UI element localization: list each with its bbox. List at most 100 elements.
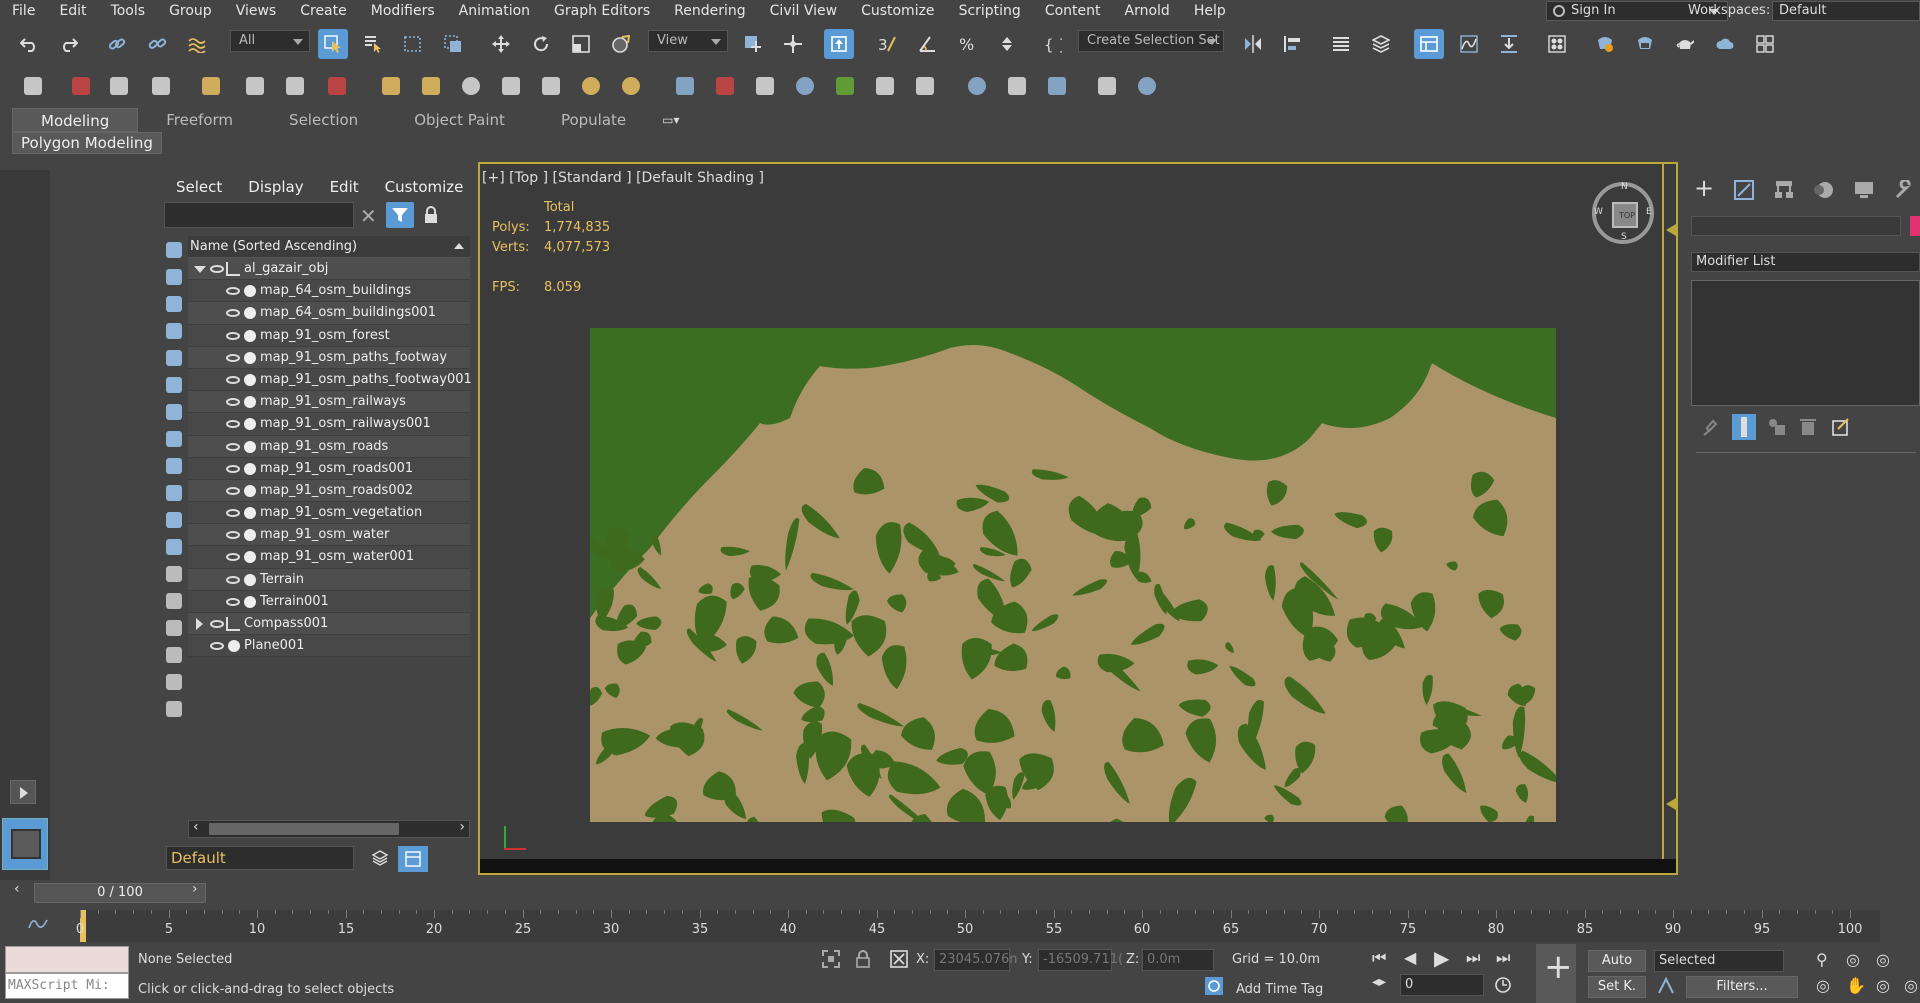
menu-scripting[interactable]: Scripting: [947, 0, 1033, 22]
modifier-list-dropdown[interactable]: Modifier List: [1691, 252, 1920, 272]
curve-editor-mini-icon[interactable]: [28, 916, 48, 932]
visibility-eye-icon[interactable]: [226, 597, 240, 606]
schematic-view-button[interactable]: [1494, 29, 1524, 59]
material-editor-button[interactable]: [1542, 29, 1572, 59]
zoom-all-icon[interactable]: ◎: [1846, 950, 1860, 969]
show-end-result-button[interactable]: [1732, 414, 1756, 440]
menu-group[interactable]: Group: [157, 0, 224, 22]
table-button[interactable]: [146, 71, 176, 101]
curve-editor-button[interactable]: [1454, 29, 1484, 59]
cameras-filter-button[interactable]: [162, 317, 186, 344]
clear-search-icon[interactable]: ✕: [360, 204, 377, 228]
scroll-right-icon[interactable]: ›: [459, 819, 465, 835]
filters-button[interactable]: Filters...: [1686, 976, 1798, 998]
joint-button[interactable]: [710, 71, 740, 101]
key-filter-icon[interactable]: [1656, 976, 1676, 996]
filter-toggle-button[interactable]: [386, 202, 414, 228]
sphere-button[interactable]: [456, 71, 486, 101]
scene-tree-row[interactable]: map_91_osm_roads: [188, 435, 470, 458]
auto-key-button[interactable]: Auto: [1588, 950, 1646, 972]
field-of-view-icon[interactable]: ◎: [1816, 976, 1830, 995]
go-to-start-icon[interactable]: ⏮: [1372, 948, 1386, 968]
scene-tree-row[interactable]: Plane001: [188, 635, 470, 658]
light-list-button[interactable]: [196, 71, 226, 101]
z-coordinate-field[interactable]: 0.0m: [1142, 949, 1214, 971]
expand-right-icon[interactable]: [196, 618, 203, 630]
edit-named-selection-button[interactable]: { }: [1038, 29, 1068, 59]
modify-tab-icon[interactable]: [1734, 180, 1754, 200]
space-warps-filter-button[interactable]: [162, 371, 186, 398]
key-filter-dropdown[interactable]: Selected: [1654, 950, 1784, 972]
scatter-button[interactable]: [670, 71, 700, 101]
placement-button[interactable]: [606, 29, 636, 59]
menu-views[interactable]: Views: [224, 0, 289, 22]
spinner-snap-button[interactable]: [992, 29, 1022, 59]
select-manipulate-button[interactable]: [778, 29, 808, 59]
visibility-eye-icon[interactable]: [226, 375, 240, 384]
configure-modifier-sets-icon[interactable]: [1832, 418, 1850, 436]
reference-coordinate-dropdown[interactable]: View: [648, 30, 728, 52]
find-case-button[interactable]: [162, 695, 186, 722]
select-object-button[interactable]: [318, 29, 348, 59]
ribbon-tab-selection[interactable]: Selection: [261, 108, 386, 132]
lights-filter-button[interactable]: [162, 290, 186, 317]
next-frame-icon[interactable]: ›: [192, 881, 198, 897]
set-key-mode-button[interactable]: Set K.: [1588, 976, 1646, 998]
scene-tree-row[interactable]: Terrain: [188, 568, 470, 591]
visibility-eye-icon[interactable]: [226, 309, 240, 318]
ribbon-tab-freeform[interactable]: Freeform: [138, 108, 261, 132]
menu-help[interactable]: Help: [1182, 0, 1238, 22]
scene-explorer-search[interactable]: [164, 202, 354, 228]
menu-content[interactable]: Content: [1033, 0, 1113, 22]
pivot-center-button[interactable]: [738, 29, 768, 59]
align-button[interactable]: [1278, 29, 1308, 59]
key-mode-toggle-icon[interactable]: ◂▸: [1372, 974, 1386, 990]
xrefs-filter-button[interactable]: [162, 425, 186, 452]
menu-arnold[interactable]: Arnold: [1113, 0, 1182, 22]
scene-tree-row[interactable]: map_91_osm_vegetation: [188, 502, 470, 525]
globe-button[interactable]: [790, 71, 820, 101]
display-all-button[interactable]: [162, 560, 186, 587]
undo-button[interactable]: [14, 29, 44, 59]
menu-civil-view[interactable]: Civil View: [758, 0, 849, 22]
invert-display-button[interactable]: [162, 614, 186, 641]
window-crossing-button[interactable]: [438, 29, 468, 59]
menu-graph-editors[interactable]: Graph Editors: [542, 0, 662, 22]
mirror-button[interactable]: [1238, 29, 1268, 59]
ribbon-tab-modeling[interactable]: Modeling: [12, 108, 139, 132]
rendered-frame-window-button[interactable]: [1630, 29, 1660, 59]
menu-modifiers[interactable]: Modifiers: [359, 0, 447, 22]
visibility-eye-icon[interactable]: [210, 265, 224, 273]
scene-explorer-toggle-button[interactable]: [1326, 29, 1356, 59]
visibility-eye-icon[interactable]: [226, 553, 240, 562]
trash-icon[interactable]: [1800, 418, 1816, 436]
scene-tree-row[interactable]: map_64_osm_buildings001: [188, 302, 470, 325]
menu-edit[interactable]: Edit: [47, 0, 98, 22]
hair-button[interactable]: [870, 71, 900, 101]
layer-toggle-button[interactable]: [398, 846, 428, 872]
helpers-filter-button[interactable]: [162, 344, 186, 371]
scrollbar-thumb[interactable]: [209, 823, 399, 835]
current-frame-field[interactable]: 0: [1400, 974, 1484, 996]
visibility-eye-icon[interactable]: [226, 486, 240, 495]
explorer-menu-customize[interactable]: Customize: [385, 178, 464, 196]
scroll-left-icon[interactable]: ‹: [193, 819, 199, 835]
render-in-cloud-button[interactable]: [1710, 29, 1740, 59]
visibility-eye-icon[interactable]: [226, 287, 240, 296]
x-coordinate-field[interactable]: 23045.076n: [934, 949, 1018, 971]
previous-key-icon[interactable]: ◀: [1404, 948, 1416, 967]
sculpt-button[interactable]: [910, 71, 940, 101]
named-selection-set-dropdown[interactable]: Create Selection Set: [1078, 30, 1224, 52]
ribbon-toggle-button[interactable]: [1414, 29, 1444, 59]
bowl-button[interactable]: [496, 71, 526, 101]
material-mix-button[interactable]: [1042, 71, 1072, 101]
frozen-filter-button[interactable]: [162, 506, 186, 533]
scene-tree-row[interactable]: map_91_osm_water001: [188, 546, 470, 569]
expand-down-icon[interactable]: [194, 266, 206, 273]
expand-layout-button[interactable]: [10, 780, 36, 804]
menu-rendering[interactable]: Rendering: [662, 0, 758, 22]
time-slider[interactable]: 0 / 100: [34, 883, 206, 903]
geometry-filter-button[interactable]: [162, 236, 186, 263]
viewport-label[interactable]: [+] [Top ] [Standard ] [Default Shading …: [482, 170, 764, 186]
viewport-layout-tab[interactable]: [2, 818, 48, 870]
